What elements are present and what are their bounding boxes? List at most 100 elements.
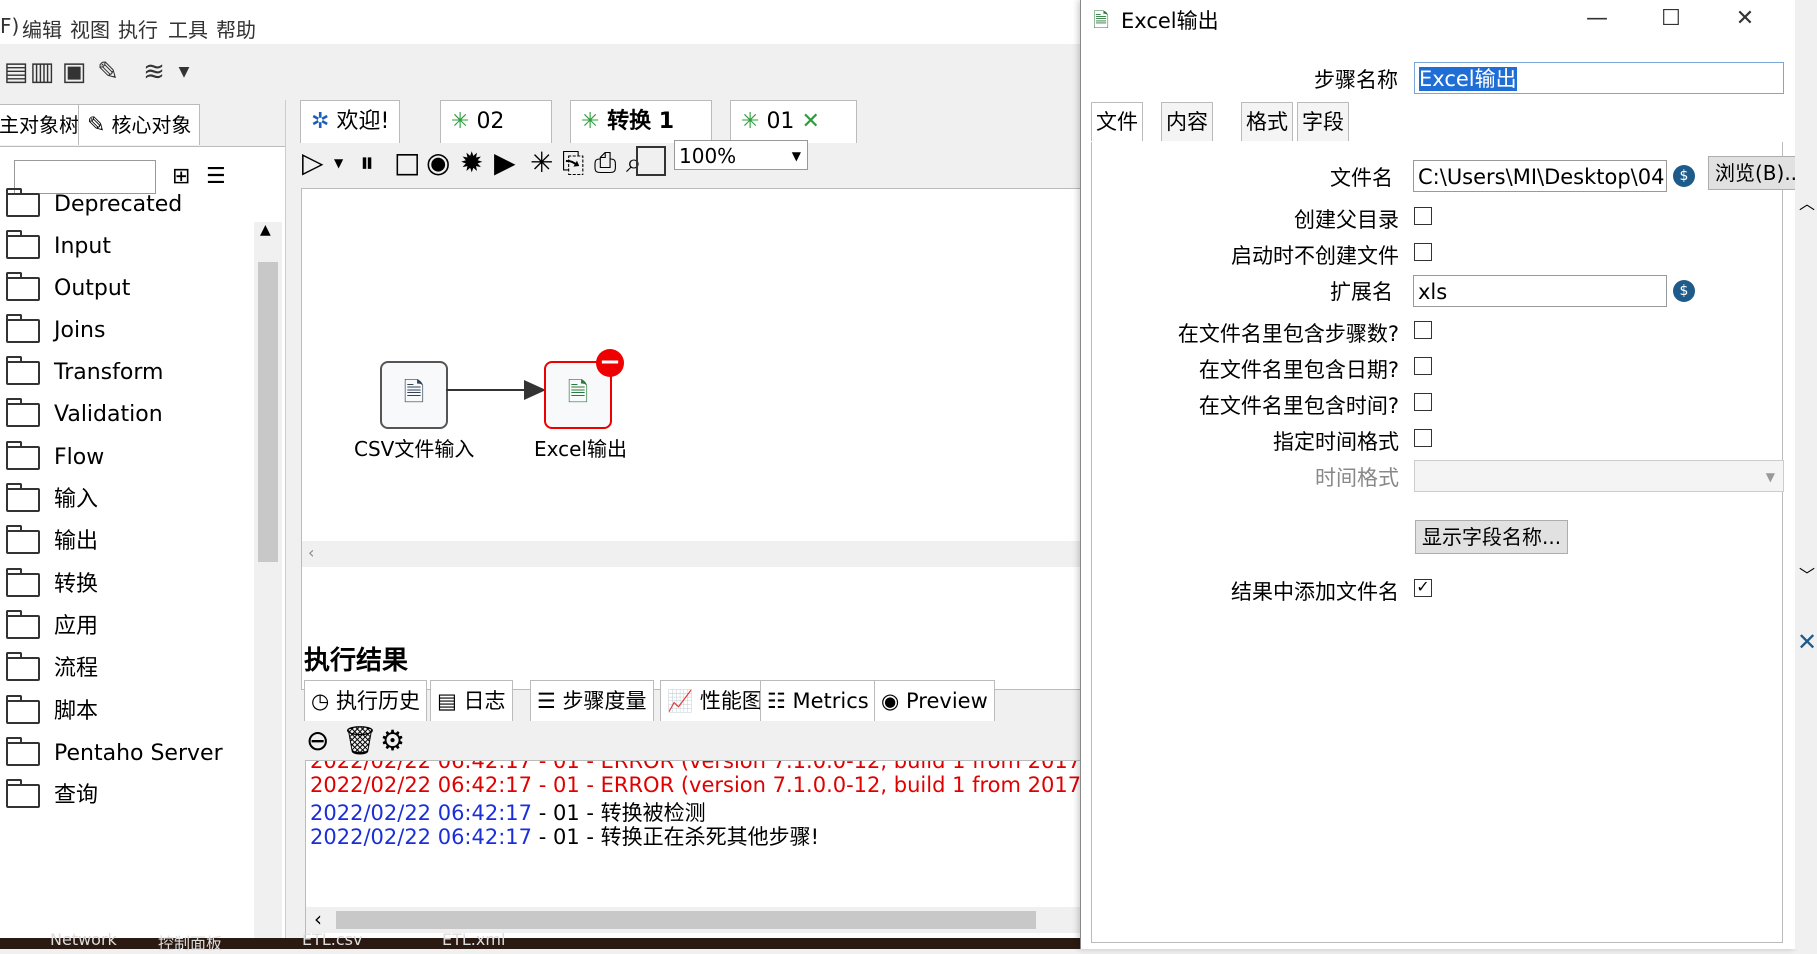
tree-item[interactable]: 输出	[0, 522, 98, 562]
close-panel-icon[interactable]: ✕	[1797, 628, 1817, 656]
taskbar-item[interactable]: ETL.csv	[302, 930, 362, 949]
create-parent-checkbox[interactable]	[1414, 207, 1432, 225]
tree-item[interactable]: Transform	[0, 353, 163, 393]
menu-help[interactable]: 帮助	[216, 14, 256, 43]
tree-item[interactable]: Deprecated	[0, 185, 182, 225]
grid-icon[interactable]	[636, 146, 666, 176]
close-tab-icon[interactable]: ✕	[801, 109, 819, 134]
tab-preview[interactable]: ◉ Preview	[874, 680, 995, 721]
csv-file-icon: 🗎	[403, 378, 425, 408]
tab-main-tree[interactable]: 主对象树	[0, 104, 88, 145]
maximize-icon[interactable]: ☐	[1651, 4, 1691, 34]
scrollbar-thumb[interactable]	[336, 911, 1036, 929]
minimize-icon[interactable]: —	[1577, 4, 1617, 34]
tab-exec-history[interactable]: ◷ 执行历史	[304, 680, 428, 721]
include-stepnr-checkbox[interactable]	[1414, 321, 1432, 339]
variable-icon[interactable]: $	[1673, 280, 1695, 302]
tree-item[interactable]: Flow	[0, 438, 104, 478]
scrollbar-thumb[interactable]	[258, 262, 278, 562]
tree-item-label: Flow	[54, 445, 105, 470]
tree-item[interactable]: Validation	[0, 395, 163, 435]
chevron-down-icon[interactable]: ▼	[334, 156, 343, 170]
filename-input[interactable]: C:\Users\MI\Desktop\04	[1413, 160, 1667, 192]
tab-log[interactable]: ▤ 日志	[430, 680, 513, 721]
tab-content[interactable]: 内容	[1161, 102, 1213, 141]
chevron-down-icon[interactable]: ▼	[168, 56, 200, 88]
tree-item[interactable]: Pentaho Server	[0, 734, 223, 774]
preview-icon[interactable]: ◉	[426, 146, 450, 179]
tab-core-objects[interactable]: ✎ 核心对象	[78, 104, 201, 145]
trash-icon[interactable]: 🗑	[342, 724, 378, 757]
save-icon[interactable]: ▣	[58, 56, 90, 88]
canvas-scrollbar[interactable]: ‹	[302, 541, 1081, 567]
tree-item[interactable]: 流程	[0, 649, 98, 689]
taskbar-item[interactable]: 控制面板	[158, 930, 222, 954]
chevron-left-icon[interactable]: ‹	[308, 543, 314, 562]
save-as-icon[interactable]: ✎	[92, 56, 124, 88]
chevron-down-icon[interactable]: ﹀	[1799, 562, 1815, 586]
verify-icon[interactable]: ✳	[530, 146, 553, 179]
menu-tools[interactable]: 工具	[168, 14, 208, 43]
tree-item[interactable]: Output	[0, 269, 130, 309]
include-time-checkbox[interactable]	[1414, 393, 1432, 411]
menu-view[interactable]: 视图	[70, 14, 110, 43]
taskbar-item[interactable]: Network	[50, 930, 117, 949]
add-to-result-checkbox[interactable]: ✓	[1414, 579, 1432, 597]
explore-icon[interactable]: ▥	[26, 56, 58, 88]
close-icon[interactable]: ✕	[1725, 4, 1765, 34]
chevron-up-icon[interactable]: ▲	[260, 222, 271, 238]
tab-metrics[interactable]: ☷ Metrics	[760, 680, 876, 721]
impact-icon[interactable]: ⎘	[562, 146, 584, 180]
chevron-left-icon[interactable]: ‹	[314, 907, 322, 931]
tree-item[interactable]: 转换	[0, 565, 98, 605]
layers-icon[interactable]: ≋	[138, 56, 170, 88]
tab-welcome[interactable]: ✲ 欢迎!	[300, 100, 401, 143]
tree-item[interactable]: 应用	[0, 607, 98, 647]
log-scrollbar[interactable]: ‹	[306, 907, 1081, 933]
stop-icon[interactable]: □	[394, 146, 420, 179]
collapse-tree-icon[interactable]: ☰	[206, 164, 226, 189]
tab-file[interactable]: 文件	[1091, 102, 1143, 141]
tree-item[interactable]: 输入	[0, 480, 98, 520]
log-panel[interactable]: 2022/02/22 06:42:17 - 01 - ERROR (versio…	[305, 760, 1082, 947]
no-create-checkbox[interactable]	[1414, 243, 1432, 261]
tree-scrollbar[interactable]: ▲	[254, 222, 282, 942]
specify-format-checkbox[interactable]	[1414, 429, 1432, 447]
tab-fields[interactable]: 字段	[1297, 102, 1349, 141]
menu-file[interactable]: F)	[0, 14, 19, 38]
tab-perf-graph[interactable]: 📈 性能图	[660, 680, 770, 721]
tree-item[interactable]: Joins	[0, 311, 105, 351]
transformation-canvas[interactable]: 🗎 CSV文件输入 🗎 − Excel输出 ‹	[301, 188, 1082, 690]
variable-icon[interactable]: $	[1673, 165, 1695, 187]
menu-run[interactable]: 执行	[118, 14, 158, 43]
folder-icon	[6, 525, 40, 554]
taskbar-item[interactable]: ETL.xml	[442, 930, 505, 949]
show-fields-button[interactable]: 显示字段名称...	[1415, 520, 1569, 554]
step-csv-input[interactable]: 🗎	[380, 361, 448, 429]
tree-item[interactable]: Input	[0, 227, 111, 267]
tab-format[interactable]: 格式	[1241, 102, 1293, 141]
chevron-down-icon: ▼	[1765, 470, 1775, 484]
tab-01[interactable]: ✳ 01 ✕	[730, 100, 857, 143]
stop-log-icon[interactable]: ⊖	[306, 724, 329, 757]
replay-icon[interactable]: ▶	[494, 146, 516, 179]
gear-icon[interactable]: ⚙	[380, 724, 405, 757]
menu-edit[interactable]: 编辑	[22, 14, 62, 43]
chevron-up-icon[interactable]: ︿	[1799, 190, 1815, 214]
tab-02[interactable]: ✳ 02	[440, 100, 552, 143]
pause-icon[interactable]: ⏸	[360, 146, 374, 180]
tab-step-metrics[interactable]: ☰ 步骤度量	[530, 680, 654, 721]
extension-input[interactable]: xls	[1413, 275, 1667, 307]
tree-item[interactable]: 脚本	[0, 692, 98, 732]
chart-icon: 📈	[667, 689, 694, 713]
debug-icon[interactable]: ✹	[460, 146, 483, 179]
tree-item[interactable]: 查询	[0, 776, 98, 816]
step-name-input[interactable]: Excel输出	[1414, 62, 1784, 94]
sql-icon[interactable]: ⎙	[594, 146, 616, 180]
hop-arrow[interactable]	[446, 375, 550, 405]
include-date-checkbox[interactable]	[1414, 357, 1432, 375]
time-format-select: ▼	[1414, 460, 1784, 492]
tab-transform-1[interactable]: ✳ 转换 1	[570, 100, 712, 143]
run-icon[interactable]: ▷	[302, 146, 324, 179]
zoom-select[interactable]: 100% ▼	[674, 140, 808, 170]
